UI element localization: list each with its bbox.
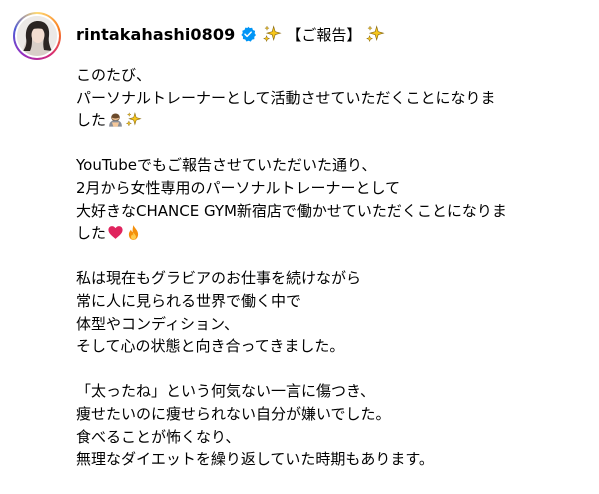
caption-line: パーソナルトレーナーとして活動させていただくことになりま — [76, 88, 496, 107]
caption-line: 無理なダイエットを繰り返していた時期もあります。 — [76, 450, 434, 469]
caption-line: 体型やコンディション、 — [76, 314, 240, 333]
avatar-border — [15, 14, 59, 58]
profile-photo-graphic — [17, 16, 57, 56]
verified-badge-icon — [241, 26, 257, 42]
profile-photo — [17, 16, 57, 56]
caption-paragraph: 私は現在もグラビアのお仕事を続けながら 常に人に見られる世界で働く中で 体型やコ… — [76, 267, 596, 357]
red-heart-icon — [108, 226, 123, 240]
caption-line-text: した — [76, 111, 107, 130]
caption-line: 痩せたいのに痩せられない自分が嫌いでした。 — [76, 404, 391, 423]
post-title: 【ご報告】 — [286, 25, 362, 44]
caption-line: 常に人に見られる世界で働く中で — [76, 291, 302, 310]
caption-line: した — [76, 109, 596, 132]
caption-line: 大好きなCHANCE GYM新宿店で働かせていただくことになりま — [76, 201, 507, 220]
person-bowing-icon — [109, 113, 122, 127]
caption-line: このたび、 — [76, 66, 152, 84]
caption-line: 食べることが怖くなり、 — [76, 427, 241, 446]
caption-line: YouTubeでもご報告させていただいた通り、 — [76, 156, 377, 175]
caption-line: そして心の状態と向き合ってきました。 — [76, 337, 345, 356]
caption-paragraph: YouTubeでもご報告させていただいた通り、 2月から女性専用のパーソナルトレ… — [76, 154, 596, 244]
caption-line: した — [76, 222, 596, 245]
sparkles-icon — [263, 25, 282, 43]
sparkles-icon — [366, 25, 385, 43]
post-header: rintakahashi0809 【ご報告】 — [76, 22, 385, 46]
sparkles-icon — [125, 112, 142, 127]
post-caption: このたび、 パーソナルトレーナーとして活動させていただくことになりま した Yo… — [76, 64, 596, 493]
caption-line: 私は現在もグラビアのお仕事を続けながら — [76, 269, 362, 288]
username-link[interactable]: rintakahashi0809 — [76, 25, 235, 44]
avatar[interactable] — [13, 12, 61, 60]
caption-line-text: した — [76, 224, 107, 243]
caption-paragraph: 「太ったね」という何気ない一言に傷つき、 痩せたいのに痩せられない自分が嫌いでし… — [76, 380, 596, 470]
caption-line: 2月から女性専用のパーソナルトレーナーとして — [76, 178, 401, 197]
fire-icon — [128, 225, 139, 241]
caption-line: 「太ったね」という何気ない一言に傷つき、 — [76, 382, 375, 401]
caption-paragraph: このたび、 パーソナルトレーナーとして活動させていただくことになりま した — [76, 64, 596, 132]
